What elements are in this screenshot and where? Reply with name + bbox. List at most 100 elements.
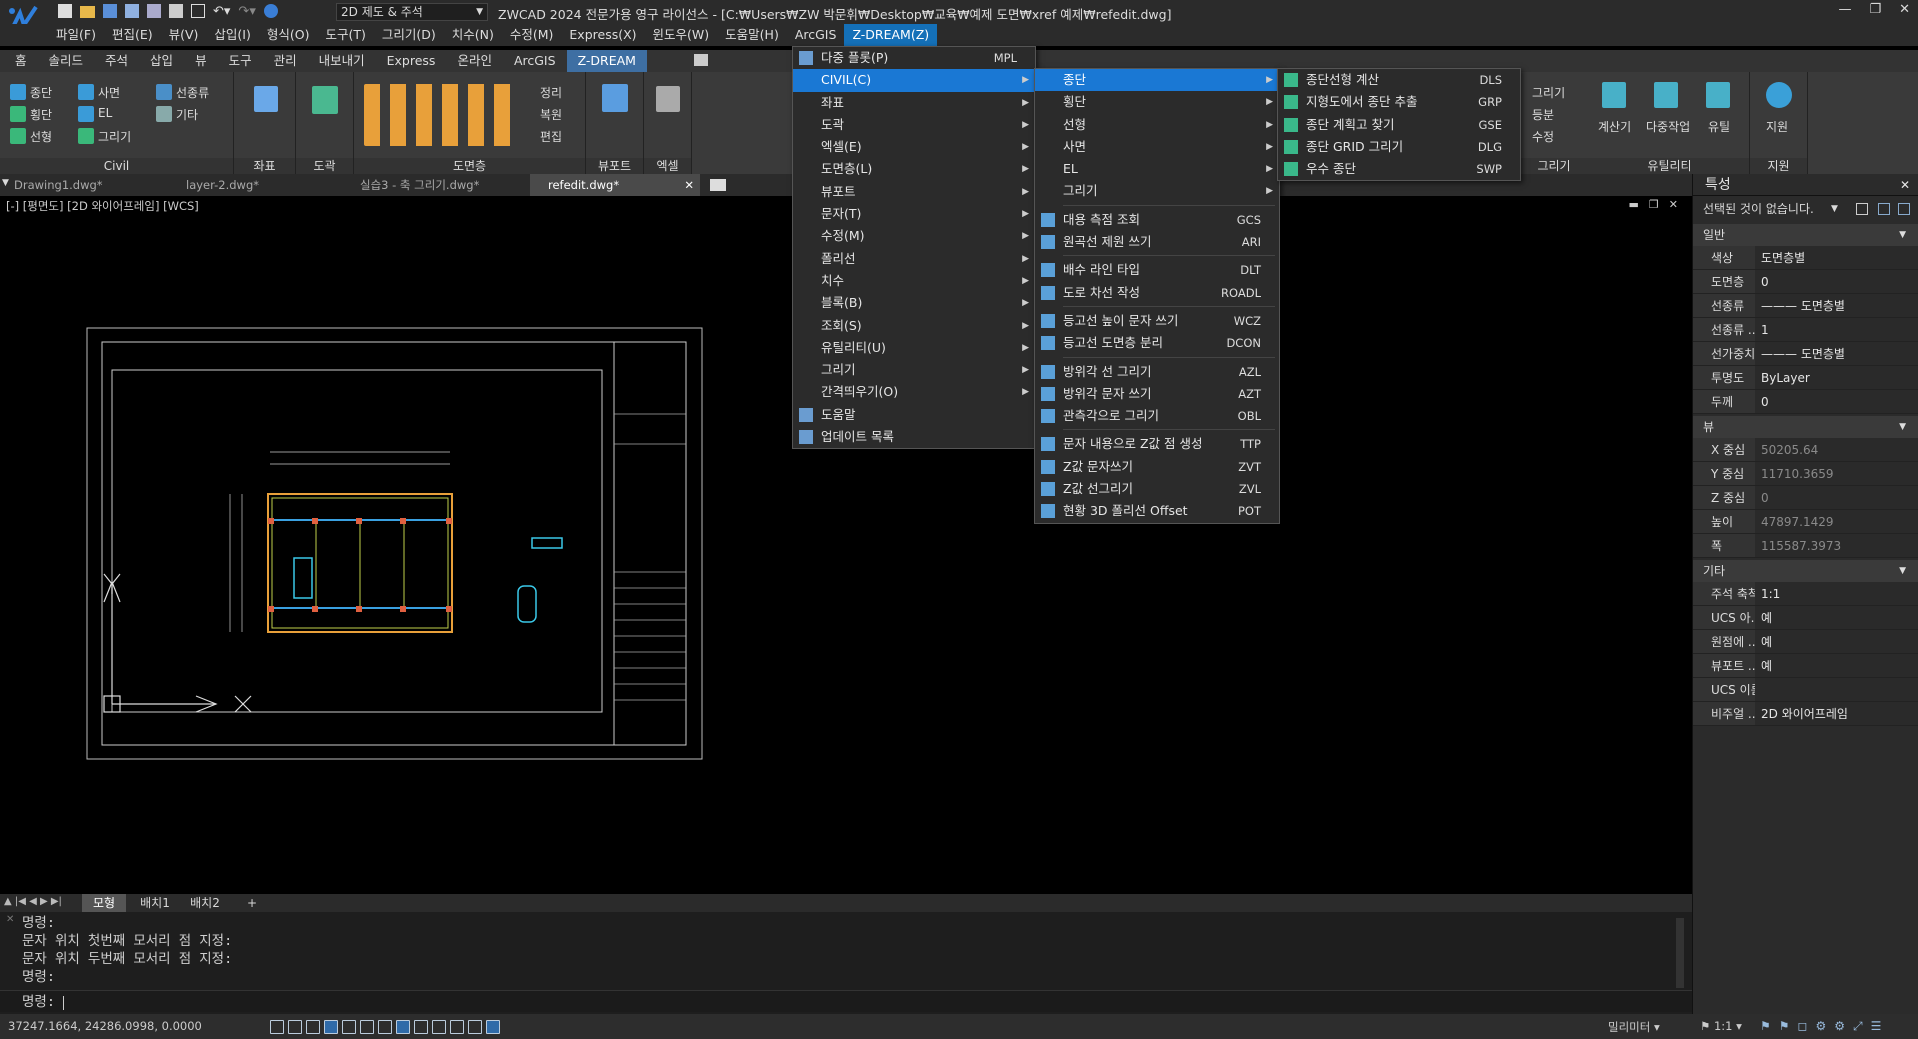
property-row[interactable]: X 중심 50205.64	[1693, 438, 1918, 462]
ribbon-tab[interactable]: 온라인	[446, 50, 503, 72]
property-row[interactable]: 선종류 ——— 도면층별	[1693, 294, 1918, 318]
ribbon-tab[interactable]: 삽입	[139, 50, 184, 72]
menu-item[interactable]: 현황 3D 폴리선 Offset POT	[1035, 500, 1279, 522]
property-row[interactable]: 뷰포트 ... 예	[1693, 654, 1918, 678]
property-value[interactable]: 115587.3973	[1755, 534, 1918, 557]
civil-item-el[interactable]: EL	[98, 106, 112, 120]
property-row[interactable]: 선가중치 ——— 도면층별	[1693, 342, 1918, 366]
ribbon-tab[interactable]: Express	[376, 50, 447, 72]
section-general[interactable]: 일반 ▼	[1693, 224, 1918, 246]
menu-item[interactable]: 문자 내용으로 Z값 점 생성 TTP	[1035, 433, 1279, 455]
menu-item[interactable]: 블록(B) ▶	[793, 292, 1035, 314]
workspace-select[interactable]: 2D 제도 & 주석 ▼	[336, 3, 488, 21]
civil-item-profile[interactable]: 종단	[30, 84, 52, 101]
layers-icon[interactable]	[147, 4, 161, 18]
menu-item[interactable]: 도곽 ▶	[793, 114, 1035, 136]
property-row[interactable]: 두께 0	[1693, 390, 1918, 414]
menu-item[interactable]: Z값 문자쓰기 ZVT	[1035, 456, 1279, 478]
undo-icon[interactable]: ↶▾	[213, 4, 230, 19]
clean-screen-icon[interactable]: ◻	[1798, 1019, 1808, 1034]
tabs-menu-icon[interactable]: ▼	[2, 178, 9, 188]
ribbon-tab[interactable]: 홈	[4, 50, 38, 72]
menu-item[interactable]: 문자(T) ▶	[793, 203, 1035, 225]
layer-edit[interactable]: 편집	[540, 128, 562, 145]
property-value[interactable]: ByLayer	[1755, 366, 1918, 389]
property-row[interactable]: Y 중심 11710.3659	[1693, 462, 1918, 486]
property-row[interactable]: 주석 축척 1:1	[1693, 582, 1918, 606]
right-divide[interactable]: 등분	[1532, 106, 1554, 123]
multi-task-button[interactable]: 다중작업	[1646, 118, 1690, 135]
property-value[interactable]: ——— 도면층별	[1755, 294, 1918, 317]
pickadd-icon[interactable]	[1898, 203, 1910, 215]
menu-item[interactable]: 엑셀(E) ▶	[793, 136, 1035, 158]
menu-item[interactable]: EL ▶	[1035, 158, 1279, 180]
property-value[interactable]: 도면층별	[1755, 246, 1918, 269]
menu-6[interactable]: 도구(T)	[317, 24, 373, 46]
menu-item[interactable]: 폴리선 ▶	[793, 248, 1035, 270]
menu-item[interactable]: 뷰포트 ▶	[793, 181, 1035, 203]
property-value[interactable]: 50205.64	[1755, 438, 1918, 461]
annotation-scale[interactable]: ⚑ 1:1 ▾	[1700, 1019, 1742, 1033]
menu-item[interactable]: 종단 GRID 그리기 DLG	[1278, 136, 1520, 158]
close-tab-icon[interactable]: ✕	[684, 174, 694, 196]
property-row[interactable]: 선종류 ... 1	[1693, 318, 1918, 342]
civil-item-slope[interactable]: 사면	[98, 84, 120, 101]
lineweight-icon[interactable]	[396, 1020, 410, 1034]
property-value[interactable]: 예	[1755, 606, 1918, 629]
save-icon[interactable]	[103, 4, 117, 18]
property-row[interactable]: Z 중심 0	[1693, 486, 1918, 510]
otrack-icon[interactable]	[360, 1020, 374, 1034]
property-value[interactable]: 예	[1755, 654, 1918, 677]
menu-item[interactable]: 좌표 ▶	[793, 92, 1035, 114]
property-row[interactable]: 투명도 ByLayer	[1693, 366, 1918, 390]
ribbon-tab[interactable]: 주석	[94, 50, 139, 72]
menu-10[interactable]: Express(X)	[561, 24, 644, 46]
coordinate-icon[interactable]	[254, 86, 278, 112]
menu-item[interactable]: 횡단 ▶	[1035, 91, 1279, 113]
osnap-icon[interactable]	[342, 1020, 356, 1034]
property-value[interactable]: 0	[1755, 270, 1918, 293]
right-modify[interactable]: 수정	[1532, 128, 1554, 145]
civil-item-alignment[interactable]: 선형	[30, 128, 52, 145]
menu-item[interactable]: 원곡선 제원 쓰기 ARI	[1035, 231, 1279, 253]
ortho-icon[interactable]	[306, 1020, 320, 1034]
doc-tab[interactable]: Drawing1.dwg*	[14, 174, 103, 196]
grid-icon[interactable]	[270, 1020, 284, 1034]
ribbon-tab[interactable]: Z-DREAM	[566, 50, 647, 72]
property-value[interactable]: 2D 와이어프레임	[1755, 702, 1918, 725]
menu-item[interactable]: 조회(S) ▶	[793, 315, 1035, 337]
menu-item[interactable]: 우수 종단 SWP	[1278, 158, 1520, 180]
menu-14[interactable]: Z-DREAM(Z)	[844, 24, 938, 46]
annot-monitor-icon[interactable]	[486, 1020, 500, 1034]
property-value[interactable]: 47897.1429	[1755, 510, 1918, 533]
lock-ui-icon[interactable]: ⚙	[1834, 1019, 1845, 1034]
help-circle-icon[interactable]	[263, 4, 278, 18]
ribbon-tab[interactable]: 내보내기	[308, 50, 376, 72]
open-folder-icon[interactable]	[80, 6, 95, 18]
section-view[interactable]: 뷰 ▼	[1693, 416, 1918, 438]
property-value[interactable]: ——— 도면층별	[1755, 342, 1918, 365]
civil-item-draw[interactable]: 그리기	[98, 128, 131, 145]
print-icon[interactable]	[169, 4, 183, 18]
property-value[interactable]: 1:1	[1755, 582, 1918, 605]
layout-tab-model[interactable]: 모형	[82, 894, 126, 912]
ribbon-tab[interactable]: 도구	[218, 50, 263, 72]
layer-tools-icon[interactable]	[364, 84, 514, 146]
section-other[interactable]: 기타 ▼	[1693, 560, 1918, 582]
property-value[interactable]: 0	[1755, 486, 1918, 509]
ribbon-tab[interactable]: ArcGIS	[503, 50, 567, 72]
snap-icon[interactable]	[288, 1020, 302, 1034]
layout-tab-2[interactable]: 배치2	[184, 894, 226, 912]
viewport-icon[interactable]	[602, 84, 628, 112]
property-value[interactable]	[1755, 678, 1918, 701]
ribbon-minimize-icon[interactable]	[694, 54, 708, 66]
menu-13[interactable]: ArcGIS	[787, 24, 845, 46]
menu-7[interactable]: 그리기(D)	[374, 24, 444, 46]
menu-11[interactable]: 윈도우(W)	[645, 24, 718, 46]
menu-item[interactable]: 방위각 문자 쓰기 AZT	[1035, 383, 1279, 405]
menu-item[interactable]: 관측각으로 그리기 OBL	[1035, 405, 1279, 427]
title-block-icon[interactable]	[312, 86, 338, 114]
menu-item[interactable]: 다중 플롯(P) MPL	[793, 47, 1035, 69]
layer-cleanup[interactable]: 정리	[540, 84, 562, 101]
menu-item[interactable]: 종단 계획고 찾기 GSE	[1278, 114, 1520, 136]
